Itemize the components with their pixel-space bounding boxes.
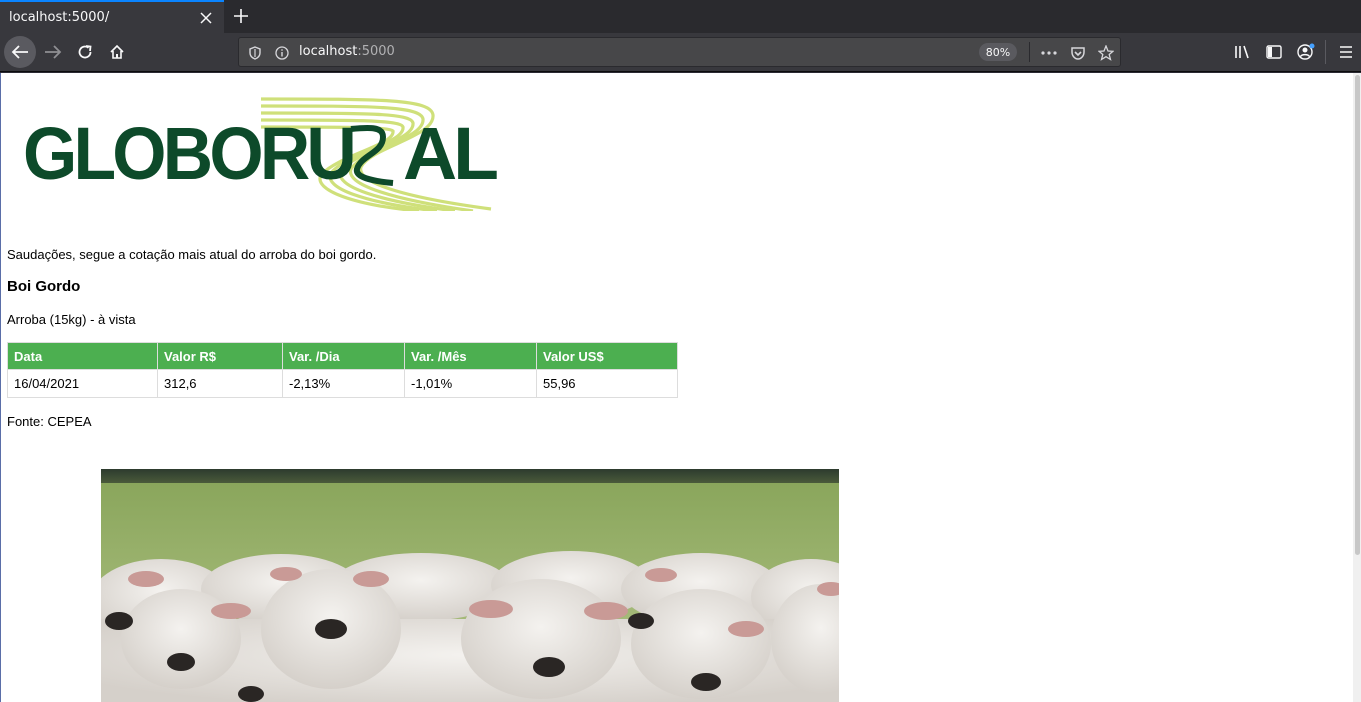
- cell-valor-usd: 55,96: [536, 369, 678, 398]
- back-button[interactable]: [4, 36, 36, 68]
- url-bar[interactable]: localhost:5000 80%: [238, 37, 1121, 67]
- new-tab-icon[interactable]: [228, 3, 254, 29]
- forward-button[interactable]: [38, 37, 68, 67]
- url-port: :5000: [357, 44, 395, 59]
- sidebar-icon: [1266, 45, 1282, 59]
- page-actions-icon[interactable]: [1039, 43, 1059, 63]
- reload-icon: [78, 45, 92, 59]
- cell-var-dia: -2,13%: [282, 369, 405, 398]
- forward-arrow-icon: [45, 45, 62, 59]
- price-subtitle: Arroba (15kg) - à vista: [7, 312, 136, 327]
- scrollbar-thumb[interactable]: [1355, 75, 1360, 555]
- sidebar-button[interactable]: [1259, 37, 1289, 67]
- shield-icon[interactable]: [245, 43, 265, 63]
- home-button[interactable]: [102, 37, 132, 67]
- header-var-dia: Var. /Dia: [282, 342, 405, 370]
- svg-text:AL: AL: [403, 112, 497, 195]
- menu-button[interactable]: [1331, 37, 1361, 67]
- library-icon: [1235, 45, 1249, 59]
- url-host: localhost: [299, 44, 358, 59]
- navigation-toolbar: localhost:5000 80%: [0, 33, 1361, 72]
- toolbar-divider: [1325, 40, 1326, 64]
- header-valor-rs: Valor R$: [157, 342, 283, 370]
- svg-text:GLOBORU: GLOBORU: [23, 112, 353, 195]
- tab-strip: localhost:5000/: [0, 0, 1361, 33]
- greeting-text: Saudações, segue a cotação mais atual do…: [7, 247, 377, 262]
- tab-active[interactable]: localhost:5000/: [0, 0, 224, 33]
- reload-button[interactable]: [70, 37, 100, 67]
- pocket-icon[interactable]: [1068, 43, 1088, 63]
- account-icon: [1297, 43, 1315, 60]
- quotes-table: Data Valor R$ Var. /Dia Var. /Mês Valor …: [7, 342, 678, 398]
- globorural-logo: GLOBORU AL: [21, 97, 501, 213]
- source-text: Fonte: CEPEA: [7, 414, 92, 429]
- bookmark-star-icon[interactable]: [1096, 43, 1116, 63]
- header-var-mes: Var. /Mês: [404, 342, 537, 370]
- section-title: Boi Gordo: [7, 278, 81, 295]
- library-button[interactable]: [1228, 37, 1258, 67]
- header-data: Data: [7, 342, 158, 370]
- hamburger-menu-icon: [1340, 46, 1352, 58]
- info-icon[interactable]: [272, 43, 292, 63]
- table-row: 16/04/2021 312,6 -2,13% -1,01% 55,96: [7, 369, 678, 398]
- back-arrow-icon: [11, 45, 28, 59]
- vertical-scrollbar[interactable]: [1353, 73, 1361, 702]
- header-valor-usd: Valor US$: [536, 342, 678, 370]
- close-tab-icon[interactable]: [194, 6, 218, 30]
- url-text[interactable]: localhost:5000: [299, 44, 395, 59]
- cattle-photo: [101, 469, 839, 702]
- cell-data: 16/04/2021: [7, 369, 158, 398]
- home-icon: [110, 44, 124, 59]
- account-button[interactable]: [1291, 37, 1321, 67]
- cell-var-mes: -1,01%: [404, 369, 537, 398]
- main-content: Saudações, segue a cotação mais atual do…: [7, 247, 678, 429]
- zoom-level-badge[interactable]: 80%: [979, 43, 1017, 61]
- cell-valor-rs: 312,6: [157, 369, 283, 398]
- page-viewport: GLOBORU AL Saudações, segue a cotação ma…: [0, 73, 1361, 702]
- table-header-row: Data Valor R$ Var. /Dia Var. /Mês Valor …: [7, 342, 678, 370]
- url-bar-divider: [1029, 42, 1030, 62]
- tab-title: localhost:5000/: [9, 10, 110, 25]
